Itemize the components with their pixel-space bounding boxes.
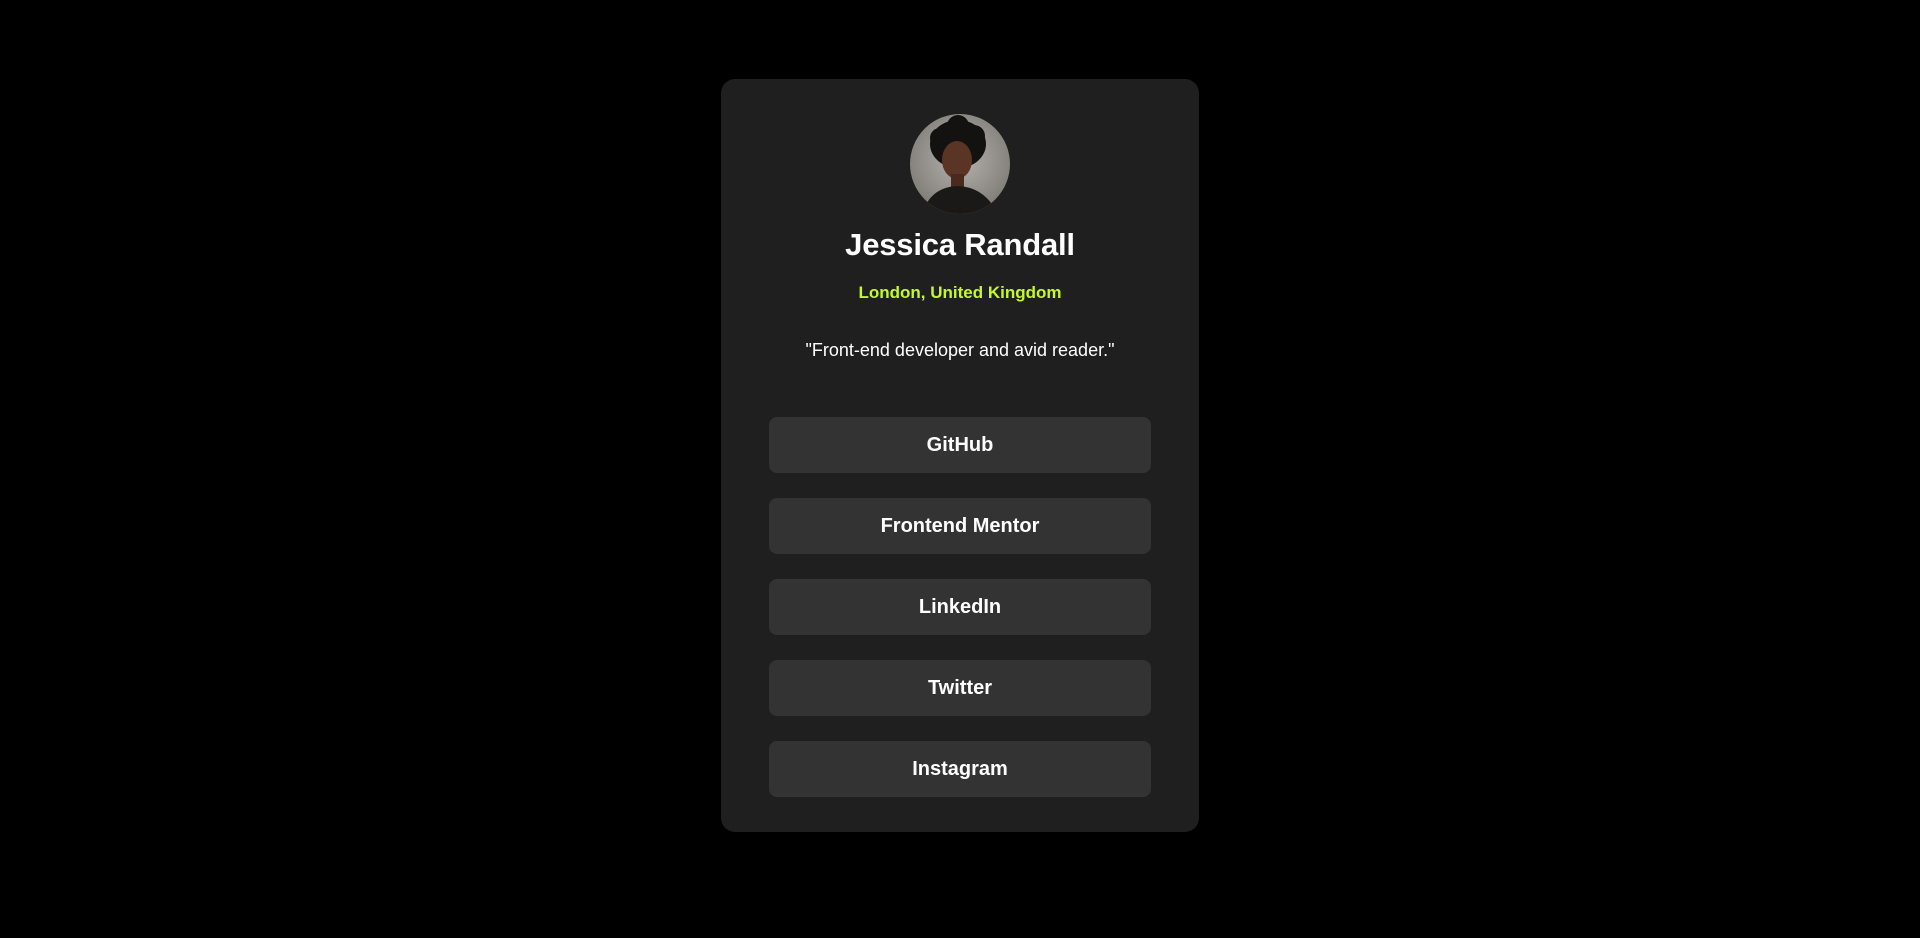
twitter-link-button[interactable]: Twitter bbox=[769, 660, 1151, 716]
linkedin-link-button[interactable]: LinkedIn bbox=[769, 579, 1151, 635]
profile-bio: "Front-end developer and avid reader." bbox=[805, 340, 1115, 360]
github-link-button[interactable]: GitHub bbox=[769, 417, 1151, 473]
profile-card: Jessica Randall London, United Kingdom "… bbox=[721, 79, 1199, 832]
instagram-link-button[interactable]: Instagram bbox=[769, 741, 1151, 797]
profile-location: London, United Kingdom bbox=[858, 283, 1062, 302]
avatar-portrait-icon bbox=[922, 115, 998, 214]
avatar bbox=[910, 114, 1010, 214]
frontend-mentor-link-button[interactable]: Frontend Mentor bbox=[769, 498, 1151, 554]
profile-name: Jessica Randall bbox=[845, 227, 1075, 262]
social-links: GitHub Frontend Mentor LinkedIn Twitter … bbox=[769, 417, 1151, 822]
